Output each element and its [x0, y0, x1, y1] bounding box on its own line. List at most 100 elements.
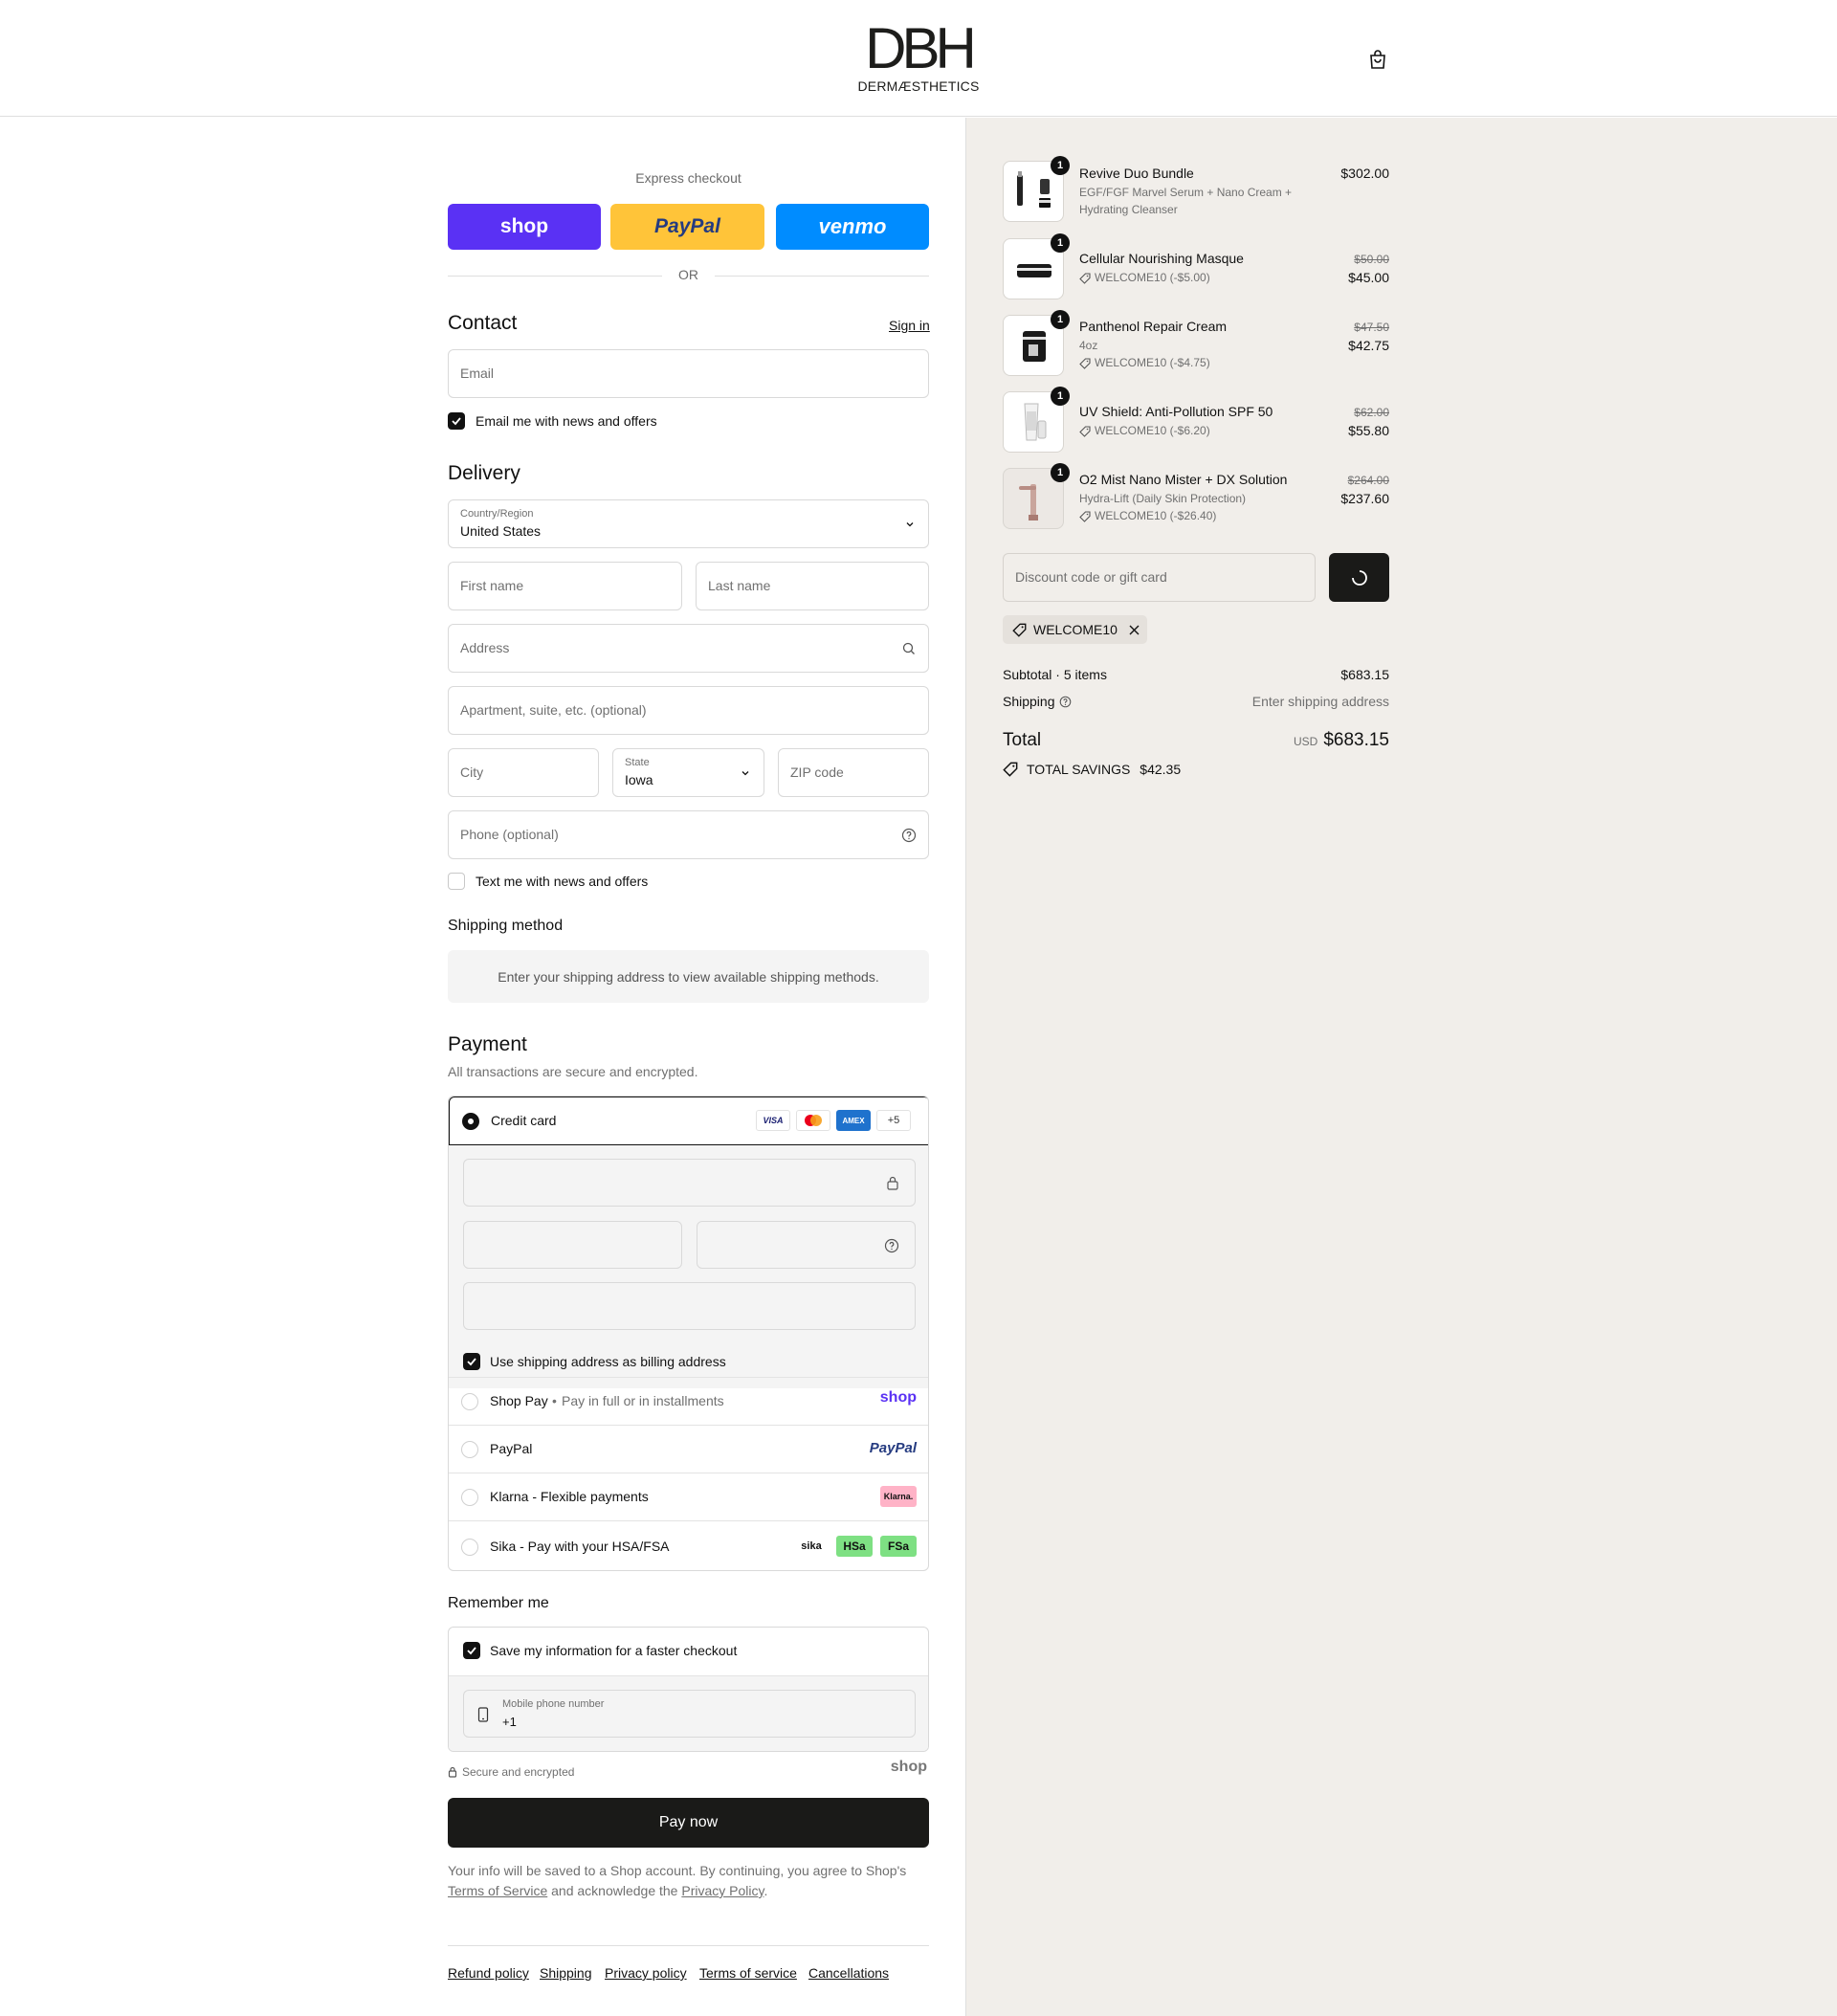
first-name-placeholder: First name	[460, 578, 524, 593]
quantity-badge: 1	[1051, 233, 1070, 253]
first-name-field[interactable]: First name	[448, 562, 682, 610]
remember-box: Save my information for a faster checkou…	[448, 1627, 929, 1752]
shopping-bag-icon[interactable]	[1366, 48, 1389, 71]
shipping-link[interactable]: Shipping	[540, 1965, 592, 1981]
pay-now-button[interactable]: Pay now	[448, 1798, 929, 1848]
close-icon[interactable]	[1129, 625, 1140, 635]
phone-field[interactable]: Phone (optional)	[448, 810, 929, 859]
klarna-option[interactable]: Klarna - Flexible payments Klarna.	[449, 1473, 928, 1520]
email-news-label: Email me with news and offers	[476, 413, 657, 429]
sika-option[interactable]: Sika - Pay with your HSA/FSA sika HSa FS…	[449, 1520, 928, 1570]
spinner-icon	[1352, 570, 1367, 586]
original-price: $62.00	[1354, 406, 1389, 419]
tag-icon	[1079, 426, 1091, 437]
subtotal-value: $683.15	[1340, 667, 1389, 682]
credit-card-label: Credit card	[491, 1113, 557, 1128]
shop-pay-label: Shop Pay	[490, 1393, 548, 1408]
cancellations-link[interactable]: Cancellations	[808, 1965, 889, 1981]
mobile-phone-field[interactable]: Mobile phone number +1	[463, 1690, 916, 1738]
brand-logo[interactable]: DBH	[856, 17, 981, 80]
card-number-field[interactable]	[463, 1159, 916, 1207]
address-placeholder: Address	[460, 640, 510, 655]
terms-link[interactable]: Terms of Service	[448, 1883, 547, 1898]
city-field[interactable]: City	[448, 748, 599, 797]
discount-code-field[interactable]: Discount code or gift card	[1003, 553, 1316, 602]
shop-logo: shop	[890, 1759, 927, 1775]
country-value: United States	[460, 523, 542, 539]
klarna-radio[interactable]	[461, 1489, 478, 1506]
zip-field[interactable]: ZIP code	[778, 748, 929, 797]
express-checkout-title: Express checkout	[635, 170, 741, 186]
email-field[interactable]: Email	[448, 349, 929, 398]
billing-same-checkbox[interactable]	[463, 1353, 480, 1370]
email-news-checkbox[interactable]	[448, 412, 465, 430]
applied-code-text: WELCOME10	[1033, 622, 1118, 637]
shop-pay-option[interactable]: Shop Pay • Pay in full or in installment…	[449, 1377, 928, 1425]
state-value: Iowa	[625, 772, 653, 787]
venmo-express-button[interactable]: venmo	[776, 204, 929, 250]
credit-card-option[interactable]: Credit card VISA AMEX +5	[449, 1097, 928, 1145]
terms-of-service-link[interactable]: Terms of service	[699, 1965, 797, 1981]
tag-icon	[1079, 358, 1091, 369]
paypal-radio[interactable]	[461, 1441, 478, 1458]
shop-pay-logo: shop	[879, 1389, 917, 1406]
tag-icon	[1003, 762, 1018, 777]
klarna-logo: Klarna.	[880, 1486, 917, 1507]
last-name-field[interactable]: Last name	[696, 562, 929, 610]
brand-logo-sub: DERMÆSTHETICS	[857, 78, 980, 94]
quantity-badge: 1	[1051, 156, 1070, 175]
original-price: $47.50	[1354, 321, 1389, 334]
mobile-icon	[477, 1707, 489, 1722]
address-field[interactable]: Address	[448, 624, 929, 673]
last-name-placeholder: Last name	[708, 578, 771, 593]
legal-text: Your info will be saved to a Shop accoun…	[448, 1861, 929, 1901]
product-name: O2 Mist Nano Mister + DX Solution	[1079, 472, 1288, 487]
hsa-logo: HSa	[836, 1536, 873, 1557]
legal-text-2: and acknowledge the	[551, 1883, 678, 1898]
credit-card-radio[interactable]	[462, 1113, 479, 1130]
product-price: $45.00	[1348, 270, 1389, 285]
product-name: Cellular Nourishing Masque	[1079, 251, 1244, 266]
card-name-field[interactable]	[463, 1282, 916, 1330]
total-savings: TOTAL SAVINGS $42.35	[1027, 762, 1181, 777]
help-icon[interactable]	[884, 1238, 899, 1253]
country-select[interactable]: Country/Region United States	[448, 499, 929, 548]
card-expiry-field[interactable]	[463, 1221, 682, 1269]
or-separator: OR	[678, 267, 698, 282]
discount-placeholder: Discount code or gift card	[1015, 569, 1167, 585]
sign-in-link[interactable]: Sign in	[889, 318, 930, 333]
state-select[interactable]: State Iowa	[612, 748, 764, 797]
payment-title: Payment	[448, 1033, 527, 1055]
product-variant: EGF/FGF Marvel Serum + Nano Cream + Hydr…	[1079, 186, 1293, 216]
total-label: Total	[1003, 730, 1042, 750]
save-info-checkbox[interactable]	[463, 1642, 480, 1659]
sika-radio[interactable]	[461, 1539, 478, 1556]
footer-links: Refund policy Shipping Privacy policy Te…	[448, 1945, 929, 1981]
paypal-express-button[interactable]: PayPal	[610, 204, 764, 250]
privacy-link[interactable]: Privacy Policy	[681, 1883, 764, 1898]
discount-code-text: WELCOME10 (-$26.40)	[1095, 509, 1217, 522]
lock-icon	[448, 1766, 457, 1778]
state-label: State	[625, 757, 650, 768]
product-variant: Hydra-Lift (Daily Skin Protection)	[1079, 492, 1247, 505]
contact-title: Contact	[448, 312, 518, 334]
product-price: $302.00	[1340, 166, 1389, 181]
country-label: Country/Region	[460, 508, 534, 520]
help-icon[interactable]	[901, 828, 917, 843]
discount-code-text: WELCOME10 (-$4.75)	[1095, 356, 1210, 369]
paypal-option[interactable]: PayPal PayPal	[449, 1425, 928, 1473]
help-icon[interactable]	[1059, 696, 1072, 708]
product-price: $42.75	[1348, 338, 1389, 353]
apartment-field[interactable]: Apartment, suite, etc. (optional)	[448, 686, 929, 735]
text-news-checkbox[interactable]	[448, 873, 465, 890]
shop-pay-express-button[interactable]: shop	[448, 204, 601, 250]
privacy-policy-link[interactable]: Privacy policy	[605, 1965, 687, 1981]
shipping-method-message: Enter your shipping address to view avai…	[448, 950, 929, 1003]
card-cvv-field[interactable]	[697, 1221, 916, 1269]
legal-text-1: Your info will be saved to a Shop accoun…	[448, 1863, 907, 1878]
refund-policy-link[interactable]: Refund policy	[448, 1965, 529, 1981]
apply-discount-button[interactable]	[1329, 553, 1389, 602]
shop-pay-radio[interactable]	[461, 1393, 478, 1410]
tag-icon	[1079, 511, 1091, 522]
mobile-label: Mobile phone number	[502, 1698, 605, 1710]
